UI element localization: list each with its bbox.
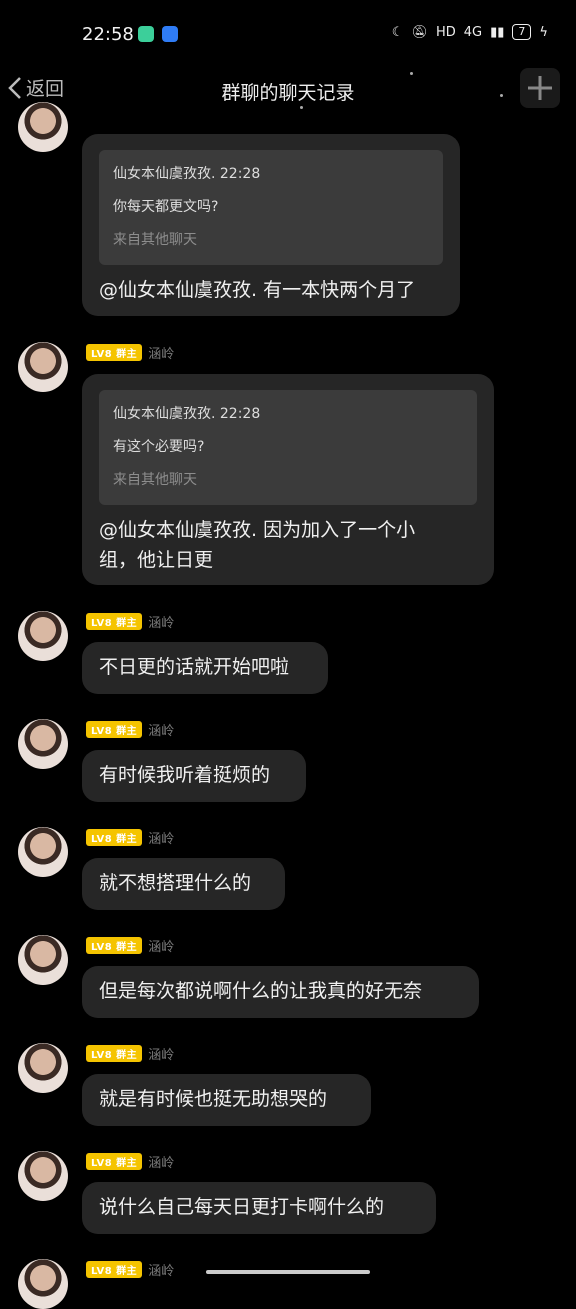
avatar[interactable] bbox=[18, 1043, 68, 1093]
sender-name: 涵岭 bbox=[148, 832, 175, 847]
network-label: 4G bbox=[463, 24, 483, 40]
message-bubble[interactable]: 仙女本仙虞孜孜. 22:28 你每天都更文吗? 来自其他聊天 @仙女本仙虞孜孜.… bbox=[82, 134, 460, 316]
sender-meta: LV8 群主 涵岭 bbox=[86, 1152, 174, 1171]
system-icons: ☾ 🔕︎ HD 4G ▮▮ 7 ϟ bbox=[392, 24, 548, 40]
sender-name: 涵岭 bbox=[148, 724, 175, 739]
level-badge: LV8 群主 bbox=[86, 344, 143, 361]
avatar[interactable] bbox=[18, 611, 68, 661]
message-bubble[interactable]: 仙女本仙虞孜孜. 22:28 有这个必要吗? 来自其他聊天 @仙女本仙虞孜孜. … bbox=[82, 374, 494, 585]
avatar[interactable] bbox=[18, 1151, 68, 1201]
avatar[interactable] bbox=[18, 827, 68, 877]
decor-star bbox=[410, 72, 413, 75]
sender-meta: LV8 群主 涵岭 bbox=[86, 612, 174, 631]
level-badge: LV8 群主 bbox=[86, 1045, 143, 1062]
battery-icon: 7 bbox=[512, 24, 532, 40]
level-badge: LV8 群主 bbox=[86, 829, 143, 846]
sender-meta: LV8 群主 涵岭 bbox=[86, 1260, 174, 1279]
message-bubble[interactable]: 就不想搭理什么的 bbox=[82, 858, 285, 910]
quoted-message[interactable]: 仙女本仙虞孜孜. 22:28 有这个必要吗? 来自其他聊天 bbox=[99, 390, 477, 505]
plus-icon bbox=[528, 76, 552, 100]
moon-icon: ☾ bbox=[391, 24, 404, 40]
page-title: 群聊的聊天记录 bbox=[221, 82, 355, 104]
message-bubble[interactable]: 说什么自己每天日更打卡啊什么的 bbox=[82, 1182, 436, 1234]
avatar[interactable] bbox=[18, 719, 68, 769]
message-text: 不日更的话就开始吧啦 bbox=[99, 656, 290, 678]
message-text: 就是有时候也挺无助想哭的 bbox=[99, 1088, 328, 1110]
sender-name: 涵岭 bbox=[148, 1264, 175, 1279]
quote-header: 仙女本仙虞孜孜. 22:28 bbox=[113, 166, 261, 182]
level-badge: LV8 群主 bbox=[86, 937, 143, 954]
sender-name: 涵岭 bbox=[148, 1156, 175, 1171]
sender-meta: LV8 群主 涵岭 bbox=[86, 1044, 174, 1063]
hd-icon: HD bbox=[435, 24, 456, 40]
message-bubble[interactable]: 有时候我听着挺烦的 bbox=[82, 750, 306, 802]
message-text: 组，他让日更 bbox=[99, 549, 214, 571]
avatar[interactable] bbox=[18, 935, 68, 985]
sender-meta: LV8 群主 涵岭 bbox=[86, 720, 174, 739]
avatar[interactable] bbox=[18, 102, 68, 152]
message-text: @仙女本仙虞孜孜. 因为加入了一个小 bbox=[99, 519, 416, 541]
level-badge: LV8 群主 bbox=[86, 1261, 143, 1278]
level-badge: LV8 群主 bbox=[86, 721, 143, 738]
quote-text: 有这个必要吗? bbox=[113, 439, 205, 455]
message-text: 但是每次都说啊什么的让我真的好无奈 bbox=[99, 980, 423, 1002]
message-bubble[interactable]: 不日更的话就开始吧啦 bbox=[82, 642, 328, 694]
sender-name: 涵岭 bbox=[148, 940, 175, 955]
status-bar: 22:58 ☾ 🔕︎ HD 4G ▮▮ 7 ϟ bbox=[0, 0, 576, 66]
status-time: 22:58 bbox=[82, 24, 134, 45]
message-bubble[interactable]: 但是每次都说啊什么的让我真的好无奈 bbox=[82, 966, 479, 1018]
avatar[interactable] bbox=[18, 1259, 68, 1309]
quote-source: 来自其他聊天 bbox=[113, 472, 197, 488]
sender-meta: LV8 群主 涵岭 bbox=[86, 828, 174, 847]
quote-text: 你每天都更文吗? bbox=[113, 199, 219, 215]
app-notification-icon-2 bbox=[162, 26, 178, 42]
mute-icon: 🔕︎ bbox=[411, 24, 428, 40]
level-badge: LV8 群主 bbox=[86, 1153, 143, 1170]
sender-meta: LV8 群主 涵岭 bbox=[86, 936, 174, 955]
level-badge: LV8 群主 bbox=[86, 613, 143, 630]
sender-name: 涵岭 bbox=[148, 347, 175, 362]
message-text: @仙女本仙虞孜孜. 有一本快两个月了 bbox=[99, 279, 416, 301]
message-bubble[interactable]: 就是有时候也挺无助想哭的 bbox=[82, 1074, 371, 1126]
avatar[interactable] bbox=[18, 342, 68, 392]
sender-name: 涵岭 bbox=[148, 1048, 175, 1063]
message-text: 有时候我听着挺烦的 bbox=[99, 764, 271, 786]
decor-star bbox=[300, 106, 303, 109]
sender-name: 涵岭 bbox=[148, 616, 175, 631]
message-text: 说什么自己每天日更打卡啊什么的 bbox=[99, 1196, 385, 1218]
home-indicator[interactable] bbox=[206, 1270, 370, 1274]
charging-icon: ϟ bbox=[539, 24, 548, 40]
quoted-message[interactable]: 仙女本仙虞孜孜. 22:28 你每天都更文吗? 来自其他聊天 bbox=[99, 150, 443, 265]
add-button[interactable] bbox=[520, 68, 560, 108]
app-notification-icon bbox=[138, 26, 154, 42]
quote-source: 来自其他聊天 bbox=[113, 232, 197, 248]
signal-icon: ▮▮ bbox=[490, 24, 505, 40]
sender-meta: LV8 群主 涵岭 bbox=[86, 343, 174, 362]
message-text: 就不想搭理什么的 bbox=[99, 872, 252, 894]
nav-bar: 返回 群聊的聊天记录 bbox=[0, 66, 576, 118]
quote-header: 仙女本仙虞孜孜. 22:28 bbox=[113, 406, 261, 422]
